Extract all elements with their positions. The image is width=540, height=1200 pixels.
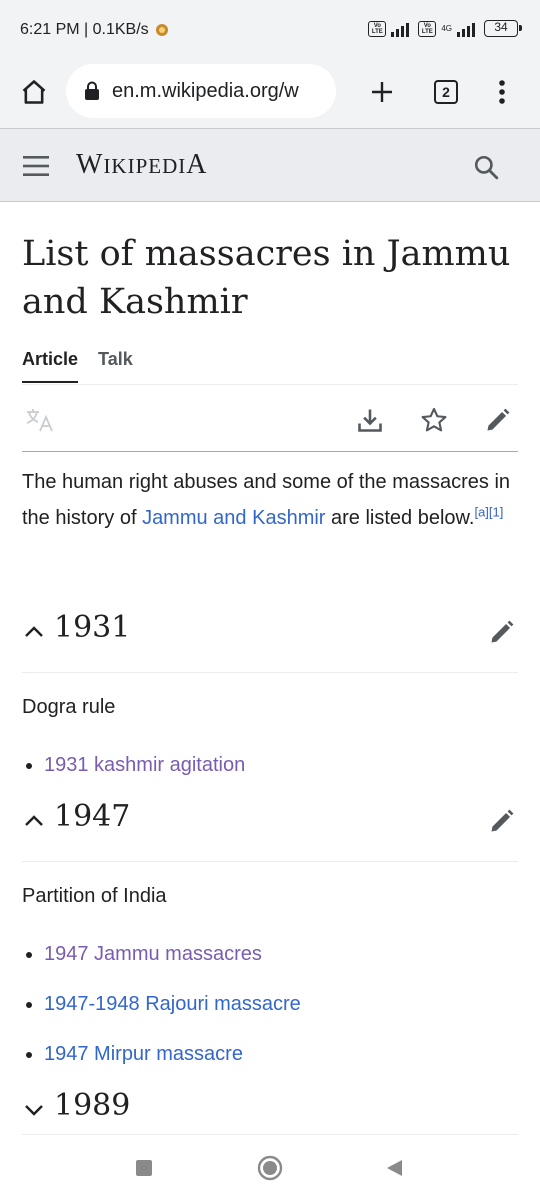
browser-menu-button[interactable]	[482, 72, 522, 112]
more-vert-icon	[499, 80, 505, 104]
plus-icon	[372, 82, 392, 102]
ref-1[interactable]: [1]	[489, 504, 503, 519]
actions-divider	[22, 451, 518, 452]
system-nav-bar	[0, 1136, 540, 1200]
wordmark-w: W	[76, 149, 104, 180]
list-item: 1947-1948 Rajouri massacre	[22, 993, 301, 1016]
recents-button[interactable]	[124, 1150, 164, 1186]
search-icon	[474, 155, 499, 180]
chevron-up-icon	[25, 815, 43, 826]
section-header-1931[interactable]: 1931	[22, 608, 518, 658]
address-bar[interactable]: en.m.wikipedia.org/w	[66, 64, 336, 118]
pencil-icon	[491, 809, 514, 832]
language-icon	[26, 409, 53, 432]
tab-talk[interactable]: Talk	[98, 349, 133, 383]
hamburger-icon	[23, 156, 49, 176]
intro-paragraph: The human right abuses and some of the m…	[22, 464, 518, 536]
ref-a[interactable]: [a]	[474, 504, 488, 519]
bullet	[26, 951, 32, 958]
wikipedia-header: WIKIPEDIA	[0, 128, 540, 202]
notification-icon	[155, 24, 168, 36]
search-button[interactable]	[466, 147, 506, 187]
download-button[interactable]	[352, 402, 388, 438]
wikipedia-wordmark[interactable]: WIKIPEDIA	[76, 149, 208, 181]
new-tab-button[interactable]	[362, 72, 402, 112]
watch-button[interactable]	[416, 402, 452, 438]
download-icon	[358, 409, 382, 432]
link-1947-jammu-massacres[interactable]: 1947 Jammu massacres	[44, 943, 262, 966]
square-icon	[136, 1160, 152, 1176]
link-1931-kashmir-agitation[interactable]: 1931 kashmir agitation	[44, 754, 245, 777]
network-type: 4G	[441, 24, 452, 33]
tab-count: 2	[434, 80, 458, 104]
section-divider	[22, 1134, 518, 1135]
circle-icon	[257, 1155, 283, 1181]
pencil-icon	[491, 620, 514, 643]
section-divider	[22, 861, 518, 862]
section-edit-button[interactable]	[486, 805, 518, 837]
lock-icon	[85, 81, 99, 100]
section-title: 1947	[54, 799, 131, 834]
bullet	[26, 1051, 32, 1058]
language-button[interactable]	[22, 402, 58, 438]
section-header-1947[interactable]: 1947	[22, 797, 518, 847]
wordmark-a: A	[186, 149, 208, 180]
list-item: 1931 kashmir agitation	[22, 754, 245, 777]
list-item: 1947 Mirpur massacre	[22, 1043, 243, 1066]
chevron-up-icon	[25, 626, 43, 637]
status-right: Vo LTE Vo LTE 4G 34	[368, 20, 522, 37]
wordmark-middle: IKIPEDI	[103, 154, 187, 178]
list-item: 1947 Jammu massacres	[22, 943, 262, 966]
section-title: 1989	[54, 1088, 131, 1123]
link-rajouri-massacre[interactable]: 1947-1948 Rajouri massacre	[44, 993, 301, 1016]
status-left: 6:21 PM | 0.1KB/s	[20, 21, 169, 39]
battery-icon: 34	[484, 20, 522, 37]
section-subtitle: Dogra rule	[22, 696, 116, 718]
main-menu-button[interactable]	[18, 149, 54, 183]
signal-icon	[391, 22, 410, 37]
edit-page-button[interactable]	[480, 402, 516, 438]
pencil-icon	[487, 408, 510, 431]
browser-toolbar: en.m.wikipedia.org/w 2	[0, 60, 540, 128]
status-time-speed: 6:21 PM | 0.1KB/s	[20, 21, 149, 38]
section-header-1989[interactable]: 1989	[22, 1086, 518, 1136]
star-icon	[421, 407, 447, 432]
back-triangle-icon	[387, 1160, 402, 1176]
bullet	[26, 762, 32, 769]
status-bar: 6:21 PM | 0.1KB/s Vo LTE Vo LTE 4G 34	[0, 0, 540, 60]
volte-icon: Vo LTE	[368, 20, 387, 37]
intro-text-after: are listed below.	[325, 507, 475, 529]
link-mirpur-massacre[interactable]: 1947 Mirpur massacre	[44, 1043, 243, 1066]
link-jammu-and-kashmir[interactable]: Jammu and Kashmir	[142, 507, 325, 529]
page-tabs: Article Talk	[22, 349, 133, 383]
url-text: en.m.wikipedia.org/w	[112, 79, 299, 102]
section-divider	[22, 672, 518, 673]
chevron-down-icon	[25, 1105, 43, 1116]
home-icon	[22, 80, 46, 104]
bullet	[26, 1001, 32, 1008]
back-button[interactable]	[374, 1150, 414, 1186]
section-edit-button[interactable]	[486, 616, 518, 648]
page-title: List of massacres in Jammu and Kashmir	[22, 234, 511, 322]
tab-switcher-button[interactable]: 2	[426, 72, 466, 112]
home-nav-button[interactable]	[250, 1150, 290, 1186]
section-title: 1931	[54, 610, 131, 645]
section-subtitle: Partition of India	[22, 885, 167, 907]
volte-icon-2: Vo LTE	[418, 20, 437, 37]
tab-divider	[22, 384, 518, 385]
page-actions	[22, 398, 518, 442]
signal-icon-2	[457, 22, 475, 37]
home-button[interactable]	[14, 72, 54, 112]
tab-article[interactable]: Article	[22, 349, 79, 383]
